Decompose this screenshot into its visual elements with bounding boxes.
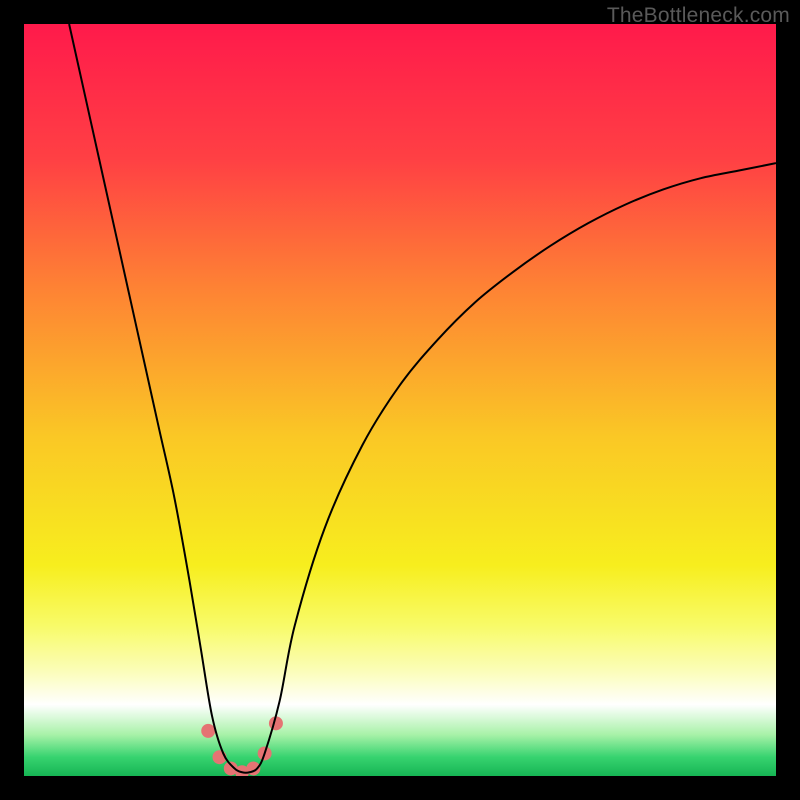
chart-frame — [24, 24, 776, 776]
trough-marker — [201, 724, 215, 738]
chart-svg — [24, 24, 776, 776]
watermark-text: TheBottleneck.com — [607, 4, 790, 28]
gradient-background — [24, 24, 776, 776]
